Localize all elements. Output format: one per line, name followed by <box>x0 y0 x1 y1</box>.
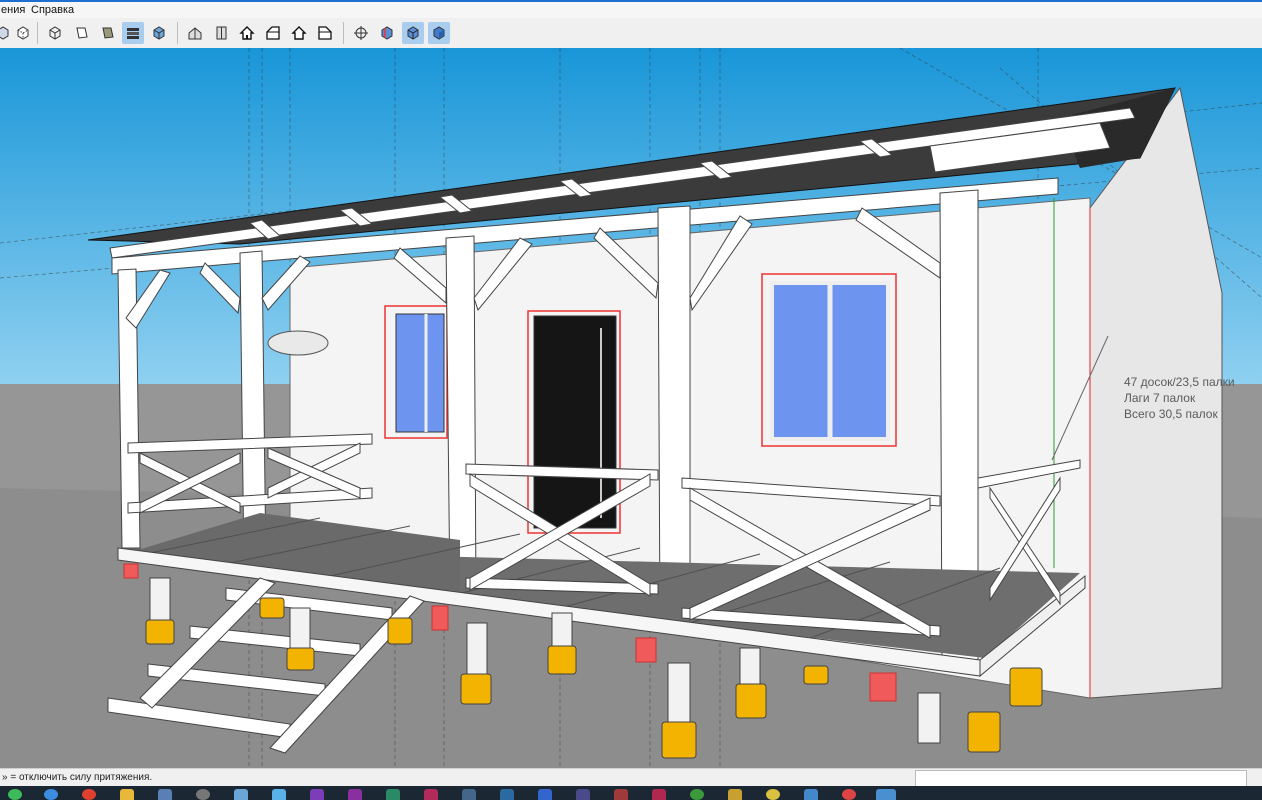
hidden-line-cube-icon <box>76 27 88 39</box>
taskbar-app-icon[interactable] <box>804 789 818 800</box>
taskbar-app-icon[interactable] <box>82 789 96 800</box>
taskbar-app-icon[interactable] <box>234 789 248 800</box>
toolbar-separator <box>177 22 178 44</box>
shaded-cube-icon <box>102 27 114 39</box>
top-view-button[interactable] <box>210 22 232 44</box>
iso-house-icon <box>188 27 202 40</box>
taskbar-app-icon[interactable] <box>652 789 666 800</box>
menu-item-view[interactable]: ения <box>1 2 25 18</box>
display-section-cuts-button[interactable] <box>402 22 424 44</box>
shaded-style-button[interactable] <box>96 22 118 44</box>
toolbar <box>0 18 1262 49</box>
back-view-button[interactable] <box>288 22 310 44</box>
toolbar-separator <box>37 22 38 44</box>
left-house-icon <box>318 26 332 40</box>
back-edges-cube-icon <box>17 26 29 40</box>
text-annotation[interactable]: 47 досок/23,5 палки Лаги 7 палок Всего 3… <box>1124 374 1235 422</box>
measurements-box[interactable] <box>915 770 1247 787</box>
annotation-line: Всего 30,5 палок <box>1124 407 1218 421</box>
left-view-button[interactable] <box>314 22 336 44</box>
section-plane-button[interactable] <box>350 22 372 44</box>
section-plane-icon <box>354 26 368 40</box>
model-viewport[interactable]: 47 досок/23,5 палки Лаги 7 палок Всего 3… <box>0 48 1262 768</box>
wireframe-cube-icon <box>49 26 61 40</box>
taskbar-app-icon[interactable] <box>538 789 552 800</box>
hidden-line-style-button[interactable] <box>70 22 92 44</box>
taskbar-app-icon[interactable] <box>8 789 22 800</box>
toolbar-separator <box>343 22 344 44</box>
monochrome-style-button[interactable] <box>148 22 170 44</box>
menu-item-help[interactable]: Справка <box>31 2 74 18</box>
back-house-icon <box>291 26 307 40</box>
annotation-line: 47 досок/23,5 палки <box>1124 375 1235 389</box>
taskbar-app-icon[interactable] <box>386 789 400 800</box>
taskbar-app-icon[interactable] <box>576 789 590 800</box>
shaded-textures-style-button[interactable] <box>122 22 144 44</box>
textured-cube-icon <box>127 28 139 39</box>
taskbar-app-icon[interactable] <box>500 789 514 800</box>
section-cut-icon <box>407 26 419 40</box>
section-display-icon <box>381 26 393 40</box>
vent-pipe <box>267 330 329 356</box>
wireframe-style-button[interactable] <box>44 22 66 44</box>
status-hint-text: » = отключить силу притяжения. <box>2 772 153 783</box>
windows-taskbar <box>0 786 1262 800</box>
xray-cube-icon <box>0 26 9 40</box>
taskbar-app-icon[interactable] <box>766 789 780 800</box>
monochrome-cube-icon <box>153 26 165 40</box>
display-section-planes-button[interactable] <box>376 22 398 44</box>
front-house-icon <box>239 26 255 40</box>
taskbar-app-icon[interactable] <box>728 789 742 800</box>
section-fill-icon <box>433 26 445 40</box>
taskbar-app-icon[interactable] <box>44 789 58 800</box>
status-bar: » = отключить силу притяжения. <box>0 768 1262 787</box>
display-section-fill-button[interactable] <box>428 22 450 44</box>
annotation-line: Лаги 7 палок <box>1124 391 1196 405</box>
taskbar-app-icon[interactable] <box>614 789 628 800</box>
back-edges-style-button[interactable] <box>12 22 34 44</box>
taskbar-sketchup-icon[interactable] <box>876 789 896 800</box>
taskbar-app-icon[interactable] <box>424 789 438 800</box>
right-view-button[interactable] <box>262 22 284 44</box>
taskbar-app-icon[interactable] <box>310 789 324 800</box>
house-model-scene <box>0 48 1262 768</box>
top-house-icon <box>216 26 227 40</box>
taskbar-app-icon[interactable] <box>196 789 210 800</box>
taskbar-app-icon[interactable] <box>842 789 856 800</box>
taskbar-app-icon[interactable] <box>462 789 476 800</box>
iso-view-button[interactable] <box>184 22 206 44</box>
right-house-icon <box>266 26 280 40</box>
taskbar-app-icon[interactable] <box>158 789 172 800</box>
taskbar-folder-icon[interactable] <box>120 789 134 800</box>
taskbar-app-icon[interactable] <box>690 789 704 800</box>
front-view-button[interactable] <box>236 22 258 44</box>
menu-bar: ения Справка <box>0 2 1262 18</box>
taskbar-app-icon[interactable] <box>272 789 286 800</box>
taskbar-app-icon[interactable] <box>348 789 362 800</box>
